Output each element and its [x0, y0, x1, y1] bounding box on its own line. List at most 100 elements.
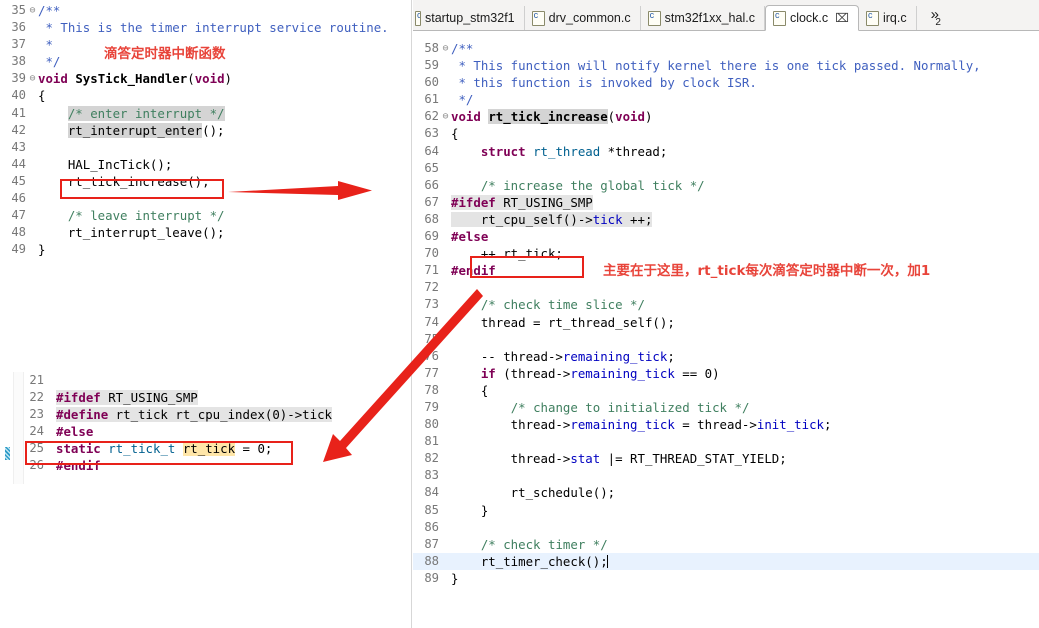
- left-editor-top-code[interactable]: 35⊖/**36 * This is the timer interrupt s…: [0, 2, 412, 258]
- code-line[interactable]: 60 * this function is invoked by clock I…: [413, 74, 1039, 91]
- code-line[interactable]: 78 {: [413, 382, 1039, 399]
- code-line[interactable]: 41 /* enter interrupt */: [0, 105, 412, 122]
- code-line[interactable]: 83: [413, 467, 1039, 484]
- editor-tab-drv_common-c[interactable]: drv_common.c: [525, 6, 641, 30]
- line-number: 64: [413, 143, 440, 160]
- editor-tab-stm32f1xx_hal-c[interactable]: stm32f1xx_hal.c: [641, 6, 765, 30]
- code-line[interactable]: 42 rt_interrupt_enter();: [0, 122, 412, 139]
- line-number: 82: [413, 450, 440, 467]
- code-line[interactable]: 79 /* change to initialized tick */: [413, 399, 1039, 416]
- fold-collapse-icon[interactable]: ⊖: [27, 74, 38, 84]
- code-line-text: }: [38, 241, 412, 258]
- code-line[interactable]: 73 /* check time slice */: [413, 296, 1039, 313]
- code-line[interactable]: 25static rt_tick_t rt_tick = 0;: [0, 440, 412, 457]
- line-number: 63: [413, 125, 440, 142]
- code-line[interactable]: 76 -- thread->remaining_tick;: [413, 348, 1039, 365]
- code-line-text: /**: [451, 40, 1039, 57]
- code-line[interactable]: 24#else: [0, 423, 412, 440]
- code-line[interactable]: 40{: [0, 87, 412, 104]
- code-line[interactable]: 59 * This function will notify kernel th…: [413, 57, 1039, 74]
- code-line-text: /* check timer */: [451, 536, 1039, 553]
- fold-collapse-icon[interactable]: ⊖: [440, 112, 451, 122]
- code-line[interactable]: 77 if (thread->remaining_tick == 0): [413, 365, 1039, 382]
- code-line[interactable]: 82 thread->stat |= RT_THREAD_STAT_YIELD;: [413, 450, 1039, 467]
- line-number: 41: [0, 105, 27, 122]
- c-file-icon: [532, 11, 545, 26]
- code-line[interactable]: 48 rt_interrupt_leave();: [0, 224, 412, 241]
- code-line[interactable]: 63{: [413, 125, 1039, 142]
- code-line-text: #endif: [56, 457, 412, 474]
- code-line[interactable]: 45 rt_tick_increase();: [0, 173, 412, 190]
- code-line[interactable]: 26#endif: [0, 457, 412, 474]
- line-number: 88: [413, 553, 440, 570]
- left-editor-pane[interactable]: 35⊖/**36 * This is the timer interrupt s…: [0, 0, 412, 628]
- code-line[interactable]: 69#else: [413, 228, 1039, 245]
- code-line[interactable]: 80 thread->remaining_tick = thread->init…: [413, 416, 1039, 433]
- code-line[interactable]: 89}: [413, 570, 1039, 587]
- code-line[interactable]: 68 rt_cpu_self()->tick ++;: [413, 211, 1039, 228]
- code-line[interactable]: 87 /* check timer */: [413, 536, 1039, 553]
- code-line[interactable]: 39⊖void SysTick_Handler(void): [0, 70, 412, 87]
- code-line-text: }: [451, 570, 1039, 587]
- text-caret: [607, 555, 608, 568]
- code-line-text: rt_tick_increase();: [38, 173, 412, 190]
- code-line[interactable]: 84 rt_schedule();: [413, 484, 1039, 501]
- right-editor-pane[interactable]: startup_stm32f1drv_common.cstm32f1xx_hal…: [413, 0, 1039, 628]
- code-line[interactable]: 61 */: [413, 91, 1039, 108]
- code-line-text: * This function will notify kernel there…: [451, 57, 1039, 74]
- code-line[interactable]: 58⊖/**: [413, 40, 1039, 57]
- code-line[interactable]: 74 thread = rt_thread_self();: [413, 314, 1039, 331]
- line-number: 21: [0, 372, 45, 389]
- code-line[interactable]: 67#ifdef RT_USING_SMP: [413, 194, 1039, 211]
- code-line[interactable]: 65: [413, 160, 1039, 177]
- code-line-text: {: [451, 382, 1039, 399]
- line-number: 66: [413, 177, 440, 194]
- code-line[interactable]: 22#ifdef RT_USING_SMP: [0, 389, 412, 406]
- code-line[interactable]: 44 HAL_IncTick();: [0, 156, 412, 173]
- right-editor-code[interactable]: 58⊖/**59 * This function will notify ker…: [413, 40, 1039, 587]
- code-line-text: {: [38, 87, 412, 104]
- code-line[interactable]: 88 rt_timer_check();: [413, 553, 1039, 570]
- editor-tab-bar[interactable]: startup_stm32f1drv_common.cstm32f1xx_hal…: [413, 0, 1039, 31]
- editor-tab-clock-c[interactable]: clock.c⌧: [765, 5, 859, 31]
- code-line-text: void rt_tick_increase(void): [451, 108, 1039, 125]
- code-line[interactable]: 75: [413, 331, 1039, 348]
- left-editor-bottom-code[interactable]: 2122#ifdef RT_USING_SMP23#define rt_tick…: [0, 372, 412, 475]
- fold-collapse-icon[interactable]: ⊖: [27, 6, 38, 16]
- code-line-text: rt_cpu_self()->tick ++;: [451, 211, 1039, 228]
- code-line[interactable]: 85 }: [413, 502, 1039, 519]
- code-line-text: /* leave interrupt */: [38, 207, 412, 224]
- editor-tab-startup_stm32f1[interactable]: startup_stm32f1: [413, 6, 525, 30]
- code-line[interactable]: 64 struct rt_thread *thread;: [413, 143, 1039, 160]
- code-line[interactable]: 23#define rt_tick rt_cpu_index(0)->tick: [0, 406, 412, 423]
- line-number: 75: [413, 331, 440, 348]
- line-number: 69: [413, 228, 440, 245]
- fold-collapse-icon[interactable]: ⊖: [440, 44, 451, 54]
- code-line-text: * This is the timer interrupt service ro…: [38, 19, 412, 36]
- code-line[interactable]: 66 /* increase the global tick */: [413, 177, 1039, 194]
- c-file-icon: [773, 11, 786, 26]
- code-line[interactable]: 35⊖/**: [0, 2, 412, 19]
- line-number: 48: [0, 224, 27, 241]
- close-icon[interactable]: ⌧: [835, 12, 849, 24]
- line-number: 71: [413, 262, 440, 279]
- code-line[interactable]: 36 * This is the timer interrupt service…: [0, 19, 412, 36]
- code-line[interactable]: 47 /* leave interrupt */: [0, 207, 412, 224]
- pane-divider: [411, 0, 412, 628]
- code-line[interactable]: 81: [413, 433, 1039, 450]
- code-line[interactable]: 49}: [0, 241, 412, 258]
- line-number: 86: [413, 519, 440, 536]
- code-line[interactable]: 46: [0, 190, 412, 207]
- code-line[interactable]: 21: [0, 372, 412, 389]
- line-number: 68: [413, 211, 440, 228]
- tab-overflow-chevron-icon[interactable]: »2: [917, 6, 947, 25]
- editor-tab-irq-c[interactable]: irq.c: [859, 6, 917, 30]
- line-number: 36: [0, 19, 27, 36]
- code-line[interactable]: 43: [0, 139, 412, 156]
- line-number: 74: [413, 314, 440, 331]
- code-line[interactable]: 62⊖void rt_tick_increase(void): [413, 108, 1039, 125]
- line-number: 73: [413, 296, 440, 313]
- code-line[interactable]: 72: [413, 279, 1039, 296]
- code-line-text: /* check time slice */: [451, 296, 1039, 313]
- code-line[interactable]: 86: [413, 519, 1039, 536]
